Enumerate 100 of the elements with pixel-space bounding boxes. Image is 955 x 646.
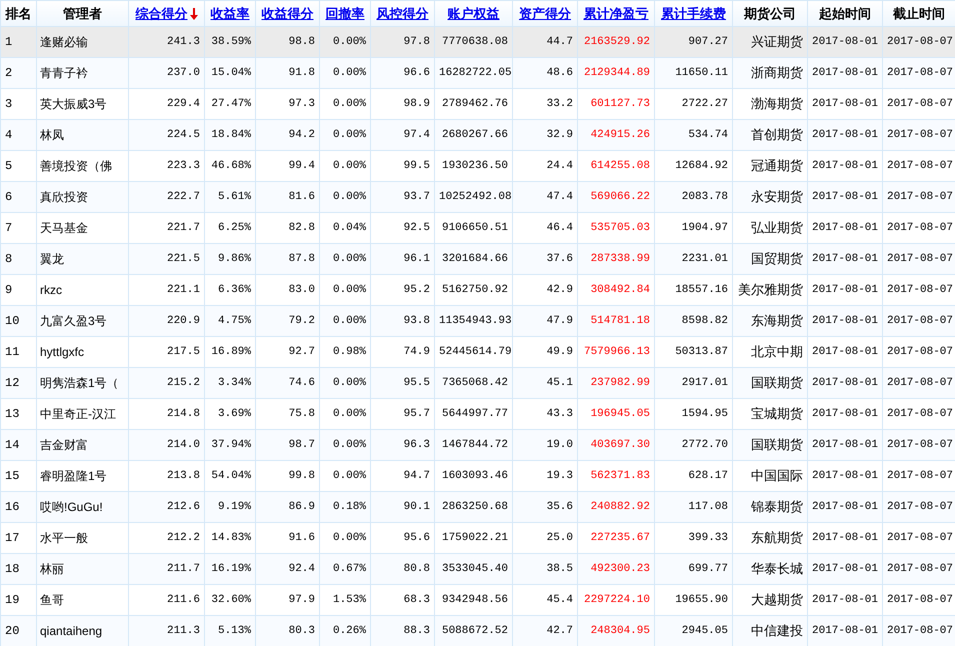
table-cell: 17	[5, 531, 20, 545]
table-cell: 2163529.92	[584, 36, 650, 48]
table-cell: 86.9	[288, 500, 315, 513]
table-cell: 7579966.13	[584, 346, 650, 358]
table-cell: 2017-08-01	[812, 222, 878, 234]
table-cell: 英大振威3号	[40, 97, 107, 111]
table-row[interactable]: 4 林凤 224.5 18.84% 94.2 0.00% 97.4 2680267.66 32.9 424915.26 534.74 首创期货 2017-08-01 2017-08-07	[0, 120, 955, 150]
table-cell: 240882.92	[590, 500, 650, 513]
table-row[interactable]: 10 九富久盈3号 220.9 4.75% 79.2 0.00% 93.8 11354943.93 47.9 514781.18 8598.82 东海期货 2017-08-01 2017-08-07	[0, 306, 955, 336]
table-cell: 中里奇正-汉江	[40, 407, 116, 421]
table-row[interactable]: 19 鱼哥 211.6 32.60% 97.9 1.53% 68.3 9342948.56 45.4 2297224.10 19655.90 大越期货 2017-08-01 2017-08-07	[0, 584, 955, 616]
table-cell: 2017-08-01	[812, 624, 878, 637]
table-cell: 5644997.77	[442, 408, 508, 420]
table-cell: rkzc	[40, 283, 62, 297]
table-cell: 248304.95	[590, 624, 650, 637]
table-cell: 九富久盈3号	[40, 314, 107, 328]
table-cell: 38.5	[546, 562, 573, 575]
table-cell: 5	[5, 159, 12, 173]
table-row[interactable]: 12 明隽浩森1号（ 215.2 3.34% 74.6 0.00% 95.5 7365068.42 45.1 237982.99 2917.01 国联期货 2017-08-01 2017-08-07	[0, 368, 955, 398]
table-cell: 27.47%	[211, 98, 251, 110]
table-cell: 628.17	[688, 470, 728, 482]
table-cell: 79.2	[288, 314, 315, 327]
table-cell: 2789462.76	[442, 98, 508, 110]
table-cell: 0.00%	[332, 128, 366, 141]
table-cell: 399.33	[688, 532, 728, 544]
table-cell: 7770638.08	[442, 36, 508, 48]
table-cell: 0.00%	[332, 470, 366, 482]
table-cell: 96.6	[404, 66, 430, 79]
table-cell: 8	[5, 252, 12, 266]
table-cell: 492300.23	[590, 562, 650, 575]
table-cell: 82.8	[288, 222, 315, 234]
table-cell: 东海期货	[751, 313, 803, 328]
table-row[interactable]: 5 善境投资（佛 223.3 46.68% 99.4 0.00% 99.5 1930236.50 24.4 614255.08 12684.92 冠通期货 2017-08-01 2017-08-07	[0, 150, 955, 182]
table-cell: 98.9	[404, 98, 430, 110]
table-cell: 中信建投	[751, 623, 803, 638]
table-cell: 0.00%	[332, 284, 366, 296]
table-cell: 林凤	[40, 128, 64, 142]
table-row[interactable]: 7 天马基金 221.7 6.25% 82.8 0.04% 92.5 9106650.51 46.4 535705.03 1904.97 弘业期货 2017-08-01 2017-08-07	[0, 212, 955, 244]
table-cell: 2017-08-07	[887, 36, 954, 48]
table-cell: 0.00%	[332, 190, 366, 203]
table-row[interactable]: 13 中里奇正-汉江 214.8 3.69% 75.8 0.00% 95.7 5644997.77 43.3 196945.05 1594.95 宝城期货 2017-08-01 2017-08-07	[0, 398, 955, 430]
table-cell: 38.59%	[211, 36, 251, 48]
table-cell: 221.5	[166, 252, 200, 265]
table-row[interactable]: 15 睿明盈隆1号 213.8 54.04% 99.8 0.00% 94.7 1603093.46 19.3 562371.83 628.17 中国国际 2017-08-01 2017-08-07	[0, 460, 955, 492]
table-cell: 81.6	[288, 190, 315, 203]
table-cell: 2017-08-01	[812, 594, 878, 606]
table-cell: 32.9	[546, 128, 573, 141]
table-cell: 80.3	[288, 624, 315, 637]
table-row[interactable]: 20 qiantaiheng 211.3 5.13% 80.3 0.26% 88.3 5088672.52 42.7 248304.95 2945.05 中信建投 2017-08-01 2017-08-07	[0, 616, 955, 646]
table-row[interactable]: 11 hyttlgxfc 217.5 16.89% 92.7 0.98% 74.9 52445614.79 49.9 7579966.13 50313.87 北京中期 2017-08-01 2017-08-07	[0, 336, 955, 368]
table-cell: 3.34%	[218, 376, 251, 389]
table-cell: 鱼哥	[40, 593, 64, 607]
table-cell: 907.27	[688, 36, 728, 48]
table-cell: 535705.03	[590, 222, 650, 234]
table-row[interactable]: 3 英大振威3号 229.4 27.47% 97.3 0.00% 98.9 2789462.76 33.2 601127.73 2722.27 渤海期货 2017-08-01 2017-08-07	[0, 88, 955, 120]
table-cell: 50313.87	[675, 346, 728, 358]
table-cell: 0.00%	[332, 376, 366, 389]
table-cell: 9106650.51	[442, 222, 508, 234]
table-row[interactable]: 8 翼龙 221.5 9.86% 87.8 0.00% 96.1 3201684.66 37.6 287338.99 2231.01 国贸期货 2017-08-01 2017-08-07	[0, 244, 955, 274]
table-row[interactable]: 16 哎哟!GuGu! 212.6 9.19% 86.9 0.18% 90.1 2863250.68 35.6 240882.92 117.08 锦泰期货 2017-08-01 2017-08-07	[0, 492, 955, 522]
table-cell: 91.6	[288, 532, 315, 544]
table-cell: 1930236.50	[442, 160, 508, 172]
table-cell: 33.2	[546, 98, 573, 110]
table-cell: 2231.01	[682, 252, 728, 265]
table-cell: 6	[5, 190, 12, 204]
table-cell: 12	[5, 376, 20, 390]
table-cell: 2017-08-07	[887, 128, 954, 141]
table-cell: 614255.08	[590, 160, 650, 172]
table-cell: 569066.22	[590, 190, 650, 203]
table-cell: 5.13%	[218, 624, 251, 637]
table-cell: 浙商期货	[751, 65, 803, 80]
table-cell: 6.25%	[218, 222, 251, 234]
table-cell: 2017-08-07	[887, 252, 954, 265]
table-cell: 97.9	[288, 594, 315, 606]
table-cell: 大越期货	[751, 592, 803, 608]
table-row[interactable]: 14 吉金财富 214.0 37.94% 98.7 0.00% 96.3 1467844.72 19.0 403697.30 2772.70 国联期货 2017-08-01 2017-08-07	[0, 430, 955, 460]
table-cell: 0.00%	[332, 98, 366, 110]
table-cell: 0.18%	[332, 500, 366, 513]
table-cell: 2017-08-07	[887, 470, 954, 482]
selected-row[interactable]: 1 逢赌必输 241.3 38.59% 98.8 0.00% 97.8 7770638.08 44.7 2163529.92 907.27 兴证期货 2017-08-01 2017-08-07	[0, 26, 955, 58]
table-row[interactable]: 17 水平一般 212.2 14.83% 91.6 0.00% 95.6 1759022.21 25.0 227235.67 399.33 东航期货 2017-08-01 2017-08-07	[0, 522, 955, 554]
table-cell: 锦泰期货	[751, 499, 803, 514]
table-cell: 1594.95	[682, 408, 728, 420]
table-row[interactable]: 18 林丽 211.7 16.19% 92.4 0.67% 80.8 3533045.40 38.5 492300.23 699.77 华泰长城 2017-08-01 2017-08-07	[0, 554, 955, 584]
table-cell: 16282722.05	[439, 66, 512, 79]
table-cell: 1.53%	[332, 594, 366, 606]
table-cell: 6.36%	[218, 284, 251, 296]
table-cell: 2017-08-01	[812, 128, 878, 141]
table-row[interactable]: 9 rkzc 221.1 6.36% 83.0 0.00% 95.2 5162750.92 42.9 308492.84 18557.16 美尔雅期货 2017-08-01 2017-08-07	[0, 274, 955, 306]
table-cell: 1	[5, 35, 12, 49]
table-cell: 96.3	[404, 438, 430, 451]
table-cell: 2017-08-07	[887, 284, 954, 296]
table-cell: 97.3	[288, 98, 315, 110]
table-cell: 天马基金	[40, 221, 88, 235]
table-row[interactable]: 6 真欣投资 222.7 5.61% 81.6 0.00% 93.7 10252492.08 47.4 569066.22 2083.78 永安期货 2017-08-01 2017-08-07	[0, 182, 955, 212]
table-cell: 14.83%	[211, 532, 251, 544]
table-cell: 北京中期	[751, 344, 803, 360]
table-row[interactable]: 2 青青子衿 237.0 15.04% 91.8 0.00% 96.6 16282722.05 48.6 2129344.89 11650.11 浙商期货 2017-08-01 2017-08-07	[0, 58, 955, 88]
table-cell: 0.00%	[332, 408, 366, 420]
table-cell: 2017-08-07	[887, 532, 954, 544]
